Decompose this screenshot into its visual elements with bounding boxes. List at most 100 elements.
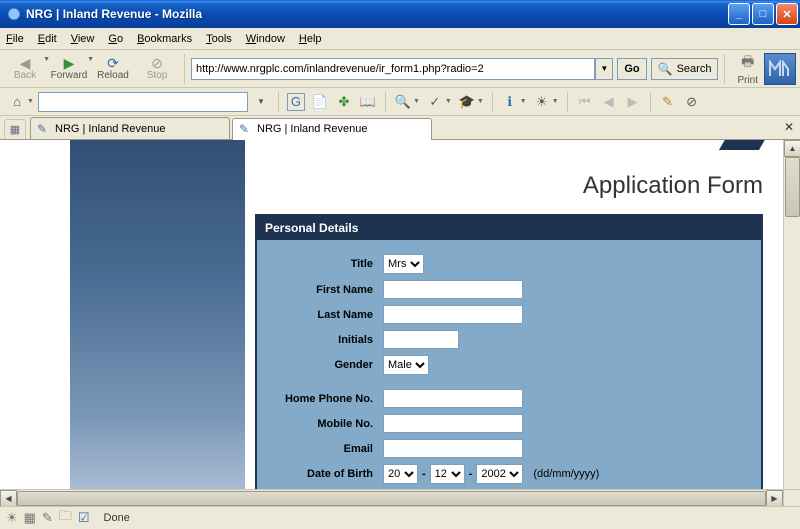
reload-button[interactable]: ⟳Reload [92,52,134,86]
status-icon-2[interactable]: ▦ [24,510,36,526]
print-label: Print [737,75,758,86]
gender-select[interactable]: Male [383,355,429,375]
tab-strip: ▦ ✎ NRG | Inland Revenue ✎ NRG | Inland … [0,116,800,140]
scroll-thumb-h[interactable] [17,491,766,506]
home-phone-input[interactable] [383,389,523,408]
sun-icon[interactable]: ☀ [533,93,551,111]
book-icon[interactable]: 📖 [359,93,377,111]
menu-view[interactable]: View [71,33,95,45]
nav-first-icon[interactable]: ⏮ [576,93,594,111]
copy-icon[interactable]: 📄 [311,93,329,111]
back-icon: ◀ [20,56,31,70]
stop-label: Stop [147,70,168,81]
reload-label: Reload [97,70,129,81]
horizontal-scrollbar[interactable]: ◀ ▶ [0,489,783,506]
toolbar-separator [278,92,279,112]
page-content: Application Form Personal Details Title … [0,140,783,489]
tab-1[interactable]: ✎ NRG | Inland Revenue [30,117,230,139]
scroll-up-button[interactable]: ▲ [784,140,800,157]
menu-window[interactable]: Window [246,33,285,45]
initials-input[interactable] [383,330,459,349]
mobile-input[interactable] [383,414,523,433]
dob-separator: - [469,468,473,480]
forward-button[interactable]: ▶Forward▼ [48,52,90,86]
info-icon[interactable]: ℹ [501,93,519,111]
label-first-name: First Name [273,284,383,296]
url-history-dropdown[interactable]: ▼ [595,58,613,80]
last-name-input[interactable] [383,305,523,324]
status-icon-1[interactable]: ☀ [6,510,18,526]
label-mobile: Mobile No. [273,418,383,430]
print-button[interactable]: 🖶Print [737,51,758,86]
panel-body: Title Mrs First Name Last Name Initials [257,240,761,506]
tab-favicon: ✎ [37,122,51,136]
email-input[interactable] [383,439,523,458]
graduation-icon[interactable]: 🎓 [458,93,476,111]
page-sidebar [70,140,245,489]
scroll-thumb[interactable] [785,157,800,217]
nav-prev-icon[interactable]: ◀ [600,93,618,111]
label-email: Email [273,443,383,455]
menu-bar: File Edit View Go Bookmarks Tools Window… [0,28,800,50]
throbber-icon [764,53,796,85]
print-icon: 🖶 [741,51,754,75]
clover-icon[interactable]: ✤ [335,93,353,111]
zoom-icon[interactable]: 🔍 [394,93,412,111]
status-text: Done [104,512,130,524]
menu-file[interactable]: File [6,33,24,45]
new-tab-button[interactable]: ▦ [4,119,26,139]
label-gender: Gender [273,359,383,371]
page-main: Application Form Personal Details Title … [245,140,783,489]
vertical-scrollbar[interactable]: ▲ ▼ [783,140,800,506]
home-icon[interactable]: ⌂ [8,93,26,111]
navigation-toolbar: ◀Back▼ ▶Forward▼ ⟳Reload ⊘Stop ▼ Go 🔍Sea… [0,50,800,88]
first-name-input[interactable] [383,280,523,299]
stop-button[interactable]: ⊘Stop [136,52,178,86]
quick-search-input[interactable] [38,92,248,112]
search-dropdown[interactable]: ▼ [252,93,270,111]
toolbar-separator [650,92,651,112]
scroll-corner [783,489,800,506]
back-label: Back [14,70,36,81]
dob-year-select[interactable]: 2002 [476,464,523,484]
feed-icon[interactable]: ✓ [426,93,444,111]
status-icon-4[interactable]: 🗀 [59,507,72,529]
search-button[interactable]: 🔍Search [651,58,719,80]
google-icon[interactable]: G [287,93,305,111]
close-tab-button[interactable]: ✕ [784,120,794,134]
nav-next-icon[interactable]: ▶ [624,93,642,111]
dob-hint: (dd/mm/yyyy) [533,468,599,480]
scroll-left-button[interactable]: ◀ [0,490,17,506]
reload-icon: ⟳ [107,56,119,70]
menu-go[interactable]: Go [108,33,123,45]
menu-tools[interactable]: Tools [206,33,232,45]
status-icon-3[interactable]: ✎ [42,510,53,526]
status-icon-5[interactable]: ☑ [78,510,90,526]
window-maximize-button[interactable]: □ [752,3,774,25]
header-chevron [703,140,763,154]
eraser-icon[interactable]: ⊘ [683,93,701,111]
menu-edit[interactable]: Edit [38,33,57,45]
go-button[interactable]: Go [617,58,646,80]
label-last-name: Last Name [273,309,383,321]
url-input[interactable] [191,58,595,80]
dob-month-select[interactable]: 12 [430,464,465,484]
title-select[interactable]: Mrs [383,254,424,274]
label-home-phone: Home Phone No. [273,393,383,405]
page-heading: Application Form [255,172,763,200]
tab-favicon: ✎ [239,122,253,136]
tab-2-label: NRG | Inland Revenue [257,123,367,135]
menu-help[interactable]: Help [299,33,322,45]
label-initials: Initials [273,334,383,346]
app-icon [6,6,22,22]
back-button[interactable]: ◀Back▼ [4,52,46,86]
menu-bookmarks[interactable]: Bookmarks [137,33,192,45]
dob-separator: - [422,468,426,480]
scroll-right-button[interactable]: ▶ [766,490,783,506]
url-bar: ▼ Go 🔍Search [191,58,718,80]
tab-2[interactable]: ✎ NRG | Inland Revenue [232,118,432,140]
window-close-button[interactable]: ✕ [776,3,798,25]
window-minimize-button[interactable]: _ [728,3,750,25]
dob-day-select[interactable]: 20 [383,464,418,484]
highlighter-icon[interactable]: ✎ [659,93,677,111]
